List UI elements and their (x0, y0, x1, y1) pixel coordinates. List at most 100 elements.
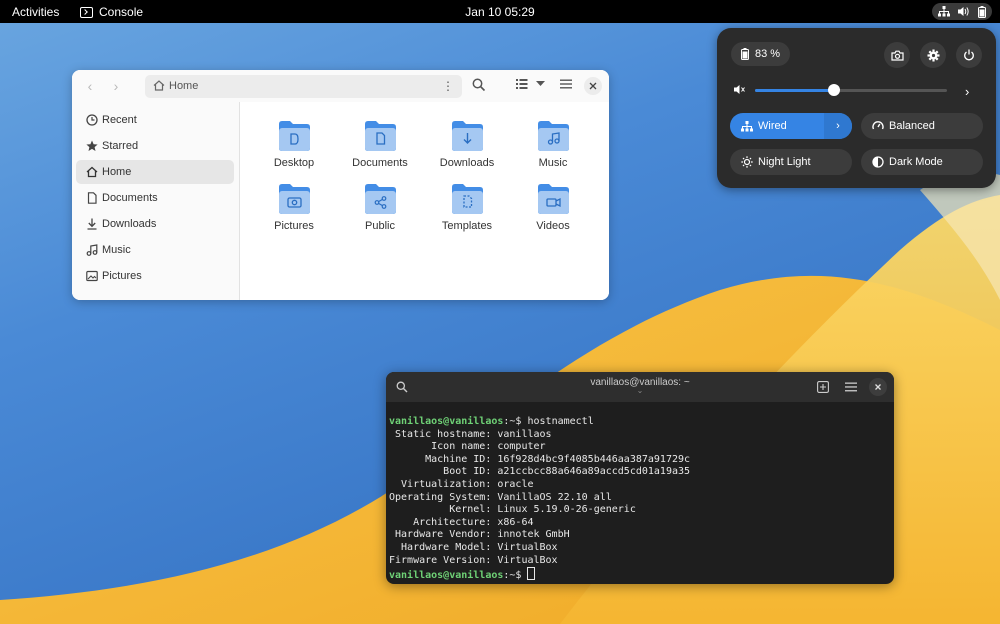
folder-templates[interactable]: Templates (427, 183, 507, 243)
night-light-label: Night Light (758, 156, 811, 168)
terminal-header-bar: vanillaos@vanillaos: ~ ⌄ (386, 372, 894, 402)
hamburger-menu-icon[interactable] (845, 381, 857, 393)
folder-downloads-icon (452, 121, 483, 151)
clock-icon (86, 114, 98, 126)
folder-downloads[interactable]: Downloads (427, 120, 507, 180)
close-icon (875, 384, 881, 390)
new-tab-icon[interactable] (817, 381, 829, 393)
night-light-toggle[interactable]: Night Light (730, 149, 852, 175)
sidebar-item-label: Music (102, 244, 131, 256)
wired-toggle-label: Wired (758, 120, 787, 132)
chevron-down-icon[interactable] (536, 80, 545, 88)
folder-documents[interactable]: Documents (340, 120, 420, 180)
app-menu-console[interactable]: Console (80, 5, 143, 19)
music-icon (86, 244, 98, 256)
battery-icon (978, 5, 986, 18)
folder-pictures[interactable]: Pictures (254, 183, 334, 243)
folder-videos[interactable]: Videos (513, 183, 593, 243)
picture-icon (86, 270, 98, 282)
home-icon (86, 166, 98, 178)
folder-music[interactable]: Music (513, 120, 593, 180)
sidebar-item-documents[interactable]: Documents (76, 186, 234, 210)
hamburger-menu-icon[interactable] (560, 78, 572, 90)
close-button[interactable] (869, 378, 887, 396)
prompt-path: :~$ (503, 416, 528, 427)
wired-toggle[interactable]: Wired › (730, 113, 852, 139)
clock[interactable]: Jan 10 05:29 (465, 5, 534, 19)
close-button[interactable] (584, 77, 602, 95)
quick-settings-menu: 83 % › Wired › Balanced Night Light Dark… (717, 28, 996, 188)
night-light-icon (741, 156, 753, 168)
terminal-line: Static hostname: vanillaos (389, 428, 552, 440)
sidebar-item-pictures[interactable]: Pictures (76, 264, 234, 288)
volume-icon (958, 7, 969, 16)
sidebar-item-starred[interactable]: Starred (76, 134, 234, 158)
volume-slider-fill (755, 89, 834, 92)
battery-status[interactable]: 83 % (731, 42, 791, 66)
folder-desktop[interactable]: Desktop (254, 120, 334, 180)
battery-icon (741, 48, 749, 60)
terminal-line: Firmware Version: VirtualBox (389, 554, 558, 566)
settings-button[interactable] (920, 42, 946, 68)
folder-videos-icon (538, 184, 569, 214)
files-window: ‹ › Home ⋮ Recent Starred Home Documents… (72, 70, 609, 300)
sidebar-item-label: Home (102, 166, 132, 178)
sidebar-item-music[interactable]: Music (76, 238, 234, 262)
folder-public[interactable]: Public (340, 183, 420, 243)
path-bar-label: Home (169, 80, 199, 92)
star-icon (86, 140, 98, 151)
terminal-cursor (527, 567, 536, 581)
path-bar[interactable]: Home ⋮ (145, 75, 462, 98)
sidebar-item-label: Pictures (102, 270, 142, 282)
volume-slider-handle[interactable] (827, 84, 840, 96)
activities-button[interactable]: Activities (12, 5, 59, 19)
top-bar: Activities Console Jan 10 05:29 (0, 0, 1000, 23)
volume-muted-icon[interactable] (734, 84, 746, 95)
prompt-user: vanillaos@vanillaos (389, 416, 504, 427)
power-profile-balanced-icon (872, 121, 884, 130)
dark-mode-toggle[interactable]: Dark Mode (861, 149, 983, 175)
camera-icon (890, 50, 904, 61)
screenshot-button[interactable] (884, 42, 910, 68)
terminal-output[interactable]: vanillaos@vanillaos:~$ hostnamectl Stati… (389, 416, 690, 583)
terminal-line: Boot ID: a21ccbcc88a646a89accd5cd01a19a3… (389, 466, 691, 478)
network-wired-icon (741, 120, 753, 131)
terminal-line: Virtualization: oracle (389, 478, 534, 490)
power-profile-toggle[interactable]: Balanced (861, 113, 983, 139)
sidebar-item-label: Documents (102, 192, 158, 204)
terminal-icon (80, 6, 93, 18)
terminal-line: Hardware Vendor: innotek GmbH (389, 529, 570, 541)
path-menu-icon[interactable]: ⋮ (442, 79, 454, 93)
terminal-line: Architecture: x86-64 (389, 516, 534, 528)
sidebar-item-label: Starred (102, 140, 139, 152)
list-view-icon[interactable] (516, 78, 528, 90)
document-icon (87, 192, 97, 204)
folder-label: Downloads (439, 157, 495, 169)
terminal-window: vanillaos@vanillaos: ~ ⌄ vanillaos@vanil… (386, 372, 894, 584)
prompt-user: vanillaos@vanillaos (389, 570, 504, 582)
dark-mode-label: Dark Mode (889, 156, 943, 168)
download-icon (87, 218, 97, 230)
terminal-line: Machine ID: 16f928d4bc9f4085b446aa387a91… (389, 453, 691, 465)
search-icon[interactable] (472, 78, 486, 92)
volume-slider[interactable] (755, 84, 947, 96)
forward-button[interactable]: › (108, 78, 124, 94)
back-button[interactable]: ‹ (82, 78, 98, 94)
folder-pictures-icon (279, 184, 310, 214)
terminal-line: Hardware Model: VirtualBox (389, 541, 558, 553)
sidebar-item-downloads[interactable]: Downloads (76, 212, 234, 236)
dark-mode-icon (872, 156, 884, 168)
gear-icon (927, 49, 939, 61)
network-wired-icon (938, 6, 950, 17)
wired-menu-chevron-icon[interactable]: › (824, 113, 852, 139)
command-text: hostnamectl (527, 416, 594, 427)
power-button[interactable] (956, 42, 982, 68)
folder-label: Desktop (273, 157, 315, 169)
terminal-prompt-line: vanillaos@vanillaos:~$ (389, 567, 690, 583)
sidebar-item-home[interactable]: Home (76, 160, 234, 184)
sidebar-item-recent[interactable]: Recent (76, 108, 234, 132)
audio-output-chevron-icon[interactable]: › (965, 84, 969, 99)
folder-documents-icon (365, 121, 396, 151)
terminal-command-line: vanillaos@vanillaos:~$ hostnamectl (389, 416, 690, 429)
system-menu-button[interactable] (932, 3, 992, 20)
